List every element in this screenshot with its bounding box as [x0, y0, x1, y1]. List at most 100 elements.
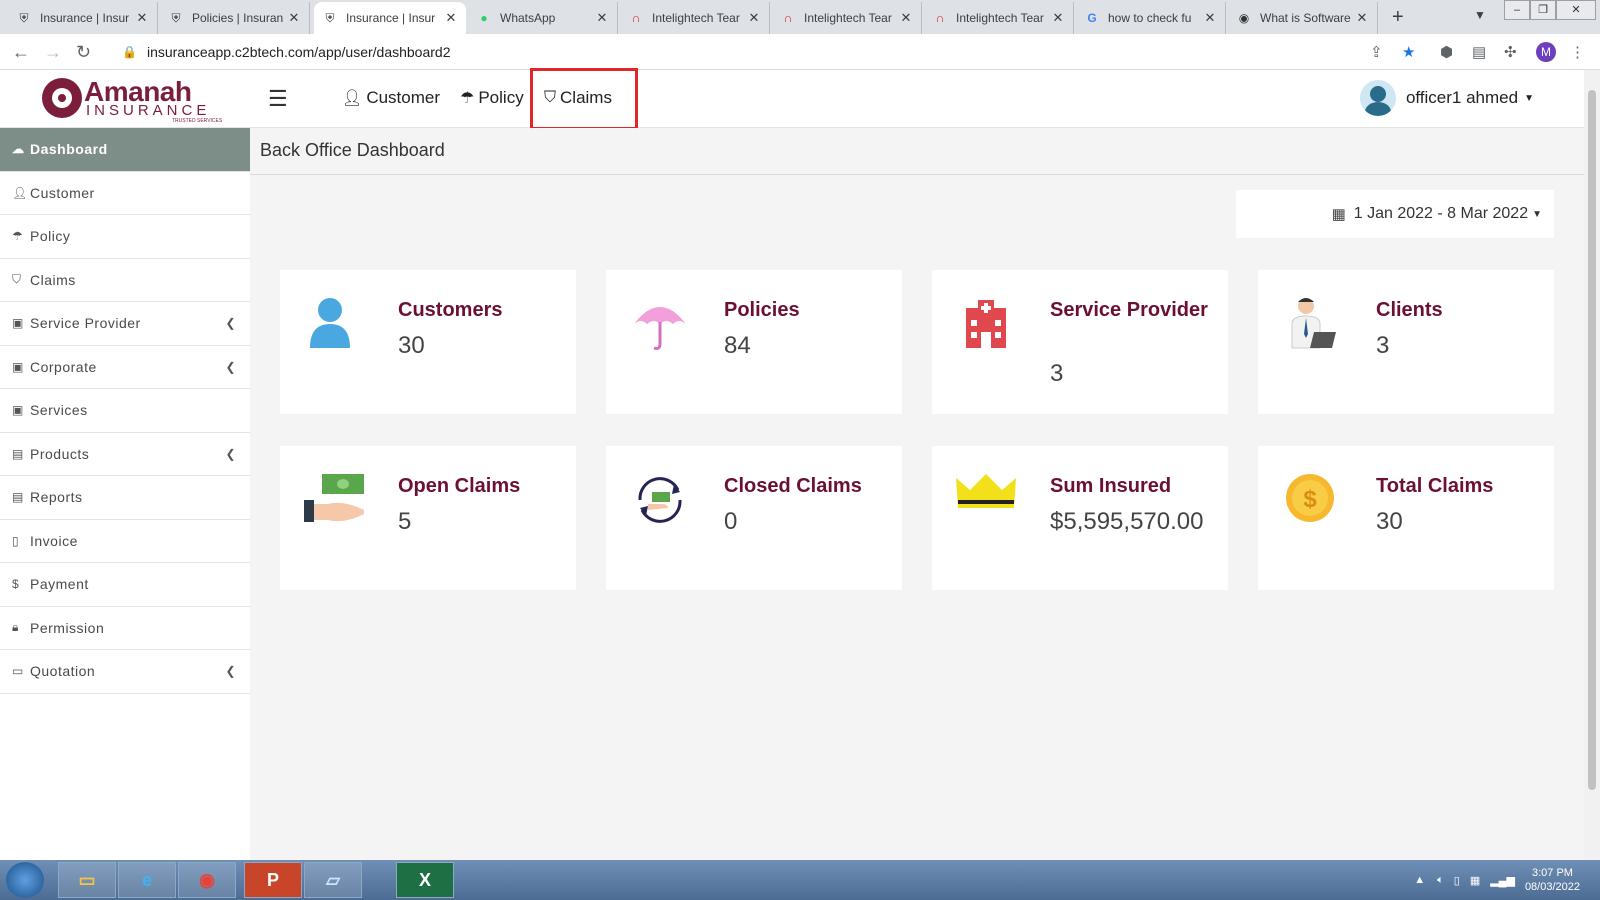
close-icon[interactable]: ✕	[899, 10, 913, 26]
comment-icon: ▭	[12, 664, 24, 679]
sidebar-item-reports[interactable]: ▤ Reports	[0, 476, 250, 520]
card-label: Customers	[398, 299, 503, 321]
sidebar-item-label: Permission	[30, 619, 105, 636]
browser-tab[interactable]: ∩ Intelightech Tear ✕	[620, 2, 770, 34]
tray-expand-icon[interactable]: ▲	[1414, 874, 1425, 886]
scrollbar-thumb[interactable]	[1588, 90, 1596, 790]
umbrella-icon	[634, 307, 686, 350]
card-label: Sum Insured	[1050, 475, 1172, 497]
tab-title: how to check fu	[1108, 11, 1192, 25]
browser-tab[interactable]: ∩ Intelightech Tear ✕	[772, 2, 922, 34]
profile-avatar[interactable]: M	[1536, 42, 1556, 62]
archive-icon: ▤	[12, 490, 24, 505]
signal-icon[interactable]: ▂▄▆	[1490, 874, 1515, 887]
sidebar-item-corporate[interactable]: ▣ Corporate ❮	[0, 346, 250, 389]
powerpoint-icon[interactable]: P	[244, 862, 302, 898]
dashboard-icon: ☁	[12, 142, 25, 157]
forward-arrow-icon[interactable]: →	[44, 42, 62, 63]
browser-tab[interactable]: ⛨ Policies | Insuran ✕	[160, 2, 310, 34]
chrome-icon[interactable]: ◉	[178, 862, 236, 898]
extension-shield-icon[interactable]: ⬢	[1440, 43, 1453, 61]
chevron-left-icon: ❮	[225, 316, 236, 331]
sidebar-item-service-provider[interactable]: ▣ Service Provider ❮	[0, 302, 250, 346]
new-tab-icon[interactable]: +	[1392, 6, 1404, 29]
sidebar-item-label: Claims	[30, 271, 76, 288]
sidebar-item-payment[interactable]: $ Payment	[0, 563, 250, 607]
close-icon[interactable]: ✕	[1051, 10, 1065, 26]
close-icon[interactable]: ✕	[444, 10, 458, 26]
stat-card-policies[interactable]: Policies 84	[606, 270, 902, 414]
close-icon[interactable]: ✕	[135, 10, 149, 26]
window-close-icon[interactable]: ✕	[1556, 0, 1596, 20]
url-field[interactable]: 🔒 insuranceapp.c2btech.com/app/user/dash…	[112, 39, 1392, 65]
stat-card-customers[interactable]: Customers 30	[280, 270, 576, 414]
stat-card-service-provider[interactable]: Service Provider 3	[932, 270, 1228, 414]
browser-tab-active[interactable]: ⛨ Insurance | Insur ✕	[314, 2, 466, 34]
close-icon[interactable]: ✕	[1203, 10, 1217, 26]
edge-icon[interactable]: e	[118, 862, 176, 898]
crown-icon	[956, 474, 1016, 508]
clipboard-icon[interactable]: ▤	[1472, 43, 1486, 61]
avatar	[1359, 80, 1396, 116]
date-range-picker[interactable]: ▦ 1 Jan 2022 - 8 Mar 2022 ▼	[1236, 190, 1554, 238]
explorer-icon[interactable]: ▭	[58, 862, 116, 898]
nav-customer-label: Customer	[366, 88, 440, 107]
hamburger-menu-icon[interactable]: ☰	[268, 86, 288, 112]
sidebar-item-label: Products	[30, 445, 90, 462]
sidebar-item-services[interactable]: ▣ Services	[0, 389, 250, 433]
close-icon[interactable]: ✕	[747, 10, 761, 26]
nav-policy[interactable]: ☂ Policy	[460, 88, 524, 108]
clock[interactable]: 3:07 PM 08/03/2022	[1525, 866, 1580, 894]
nav-policy-label: Policy	[478, 88, 524, 107]
reload-icon[interactable]: ↻	[76, 42, 91, 63]
nav-customer[interactable]: 👤︎ Customer	[342, 88, 440, 108]
sidebar-item-quotation[interactable]: ▭ Quotation ❮	[0, 650, 250, 694]
archive-icon: ▤	[12, 446, 24, 461]
sidebar-item-products[interactable]: ▤ Products ❮	[0, 433, 250, 476]
close-icon[interactable]: ✕	[595, 10, 609, 26]
browser-tab[interactable]: ● WhatsApp ✕	[468, 2, 618, 34]
stat-card-closed-claims[interactable]: Closed Claims 0	[606, 446, 902, 590]
minimize-icon[interactable]: –	[1504, 0, 1530, 20]
user-menu[interactable]: officer1 ahmed ▼	[1359, 80, 1534, 116]
puzzle-icon[interactable]: ✣	[1504, 43, 1517, 61]
sidebar-item-dashboard[interactable]: ☁ Dashboard	[0, 128, 250, 172]
close-icon[interactable]: ✕	[287, 10, 301, 26]
google-icon: G	[1087, 11, 1097, 25]
browser-tab[interactable]: ∩ Intelightech Tear ✕	[924, 2, 1074, 34]
sidebar-item-policy[interactable]: ☂ Policy	[0, 215, 250, 259]
browser-tab[interactable]: ◉ What is Software ✕	[1228, 2, 1378, 34]
notepad-icon[interactable]: ▱	[304, 862, 362, 898]
back-arrow-icon[interactable]: ←	[12, 42, 30, 63]
browser-tab[interactable]: G how to check fu ✕	[1076, 2, 1226, 34]
tab-title: Insurance | Insur	[40, 11, 130, 25]
share-icon[interactable]: ⇪	[1370, 43, 1383, 61]
stat-card-open-claims[interactable]: Open Claims 5	[280, 446, 576, 590]
restore-icon[interactable]: ❐	[1530, 0, 1556, 20]
speaker-icon[interactable]: 🔈︎	[1437, 874, 1444, 887]
claims-highlight-box	[530, 68, 638, 130]
battery-icon[interactable]: ▯	[1454, 874, 1460, 887]
stat-card-total-claims[interactable]: $ Total Claims 30	[1258, 446, 1554, 590]
stat-card-sum-insured[interactable]: Sum Insured $5,595,570.00	[932, 446, 1228, 590]
windows-start-icon[interactable]	[6, 862, 44, 898]
close-icon[interactable]: ✕	[1355, 10, 1369, 26]
sidebar-item-label: Invoice	[30, 532, 78, 549]
card-value: 84	[724, 332, 751, 359]
sidebar-item-permission[interactable]: 🔒︎ Permission	[0, 607, 250, 650]
address-bar-row: ← → ↻ 🔒 insuranceapp.c2btech.com/app/use…	[0, 34, 1600, 70]
browser-tabbar: ⛨ Insurance | Insur ✕ ⛨ Policies | Insur…	[0, 0, 1600, 34]
vertical-scrollbar[interactable]	[1584, 70, 1600, 860]
excel-icon[interactable]: X	[396, 862, 454, 898]
bookmark-star-icon[interactable]: ★	[1402, 43, 1415, 61]
sidebar-item-claims[interactable]: ⛉ Claims	[0, 259, 250, 302]
browser-menu-icon[interactable]: ⋮	[1570, 43, 1585, 61]
browser-tab[interactable]: ⛨ Insurance | Insur ✕	[8, 2, 158, 34]
sidebar-item-invoice[interactable]: ▯ Invoice	[0, 520, 250, 563]
amanah-logo[interactable]: Amanah INSURANCE TRUSTED SERVICES	[40, 76, 222, 124]
sidebar-item-customer[interactable]: 👤︎ Customer	[0, 172, 250, 215]
tab-search-chevron-icon[interactable]: ▼	[1474, 8, 1486, 22]
stat-card-clients[interactable]: Clients 3	[1258, 270, 1554, 414]
card-label: Total Claims	[1376, 475, 1494, 497]
network-icon[interactable]: ▦	[1470, 874, 1480, 887]
